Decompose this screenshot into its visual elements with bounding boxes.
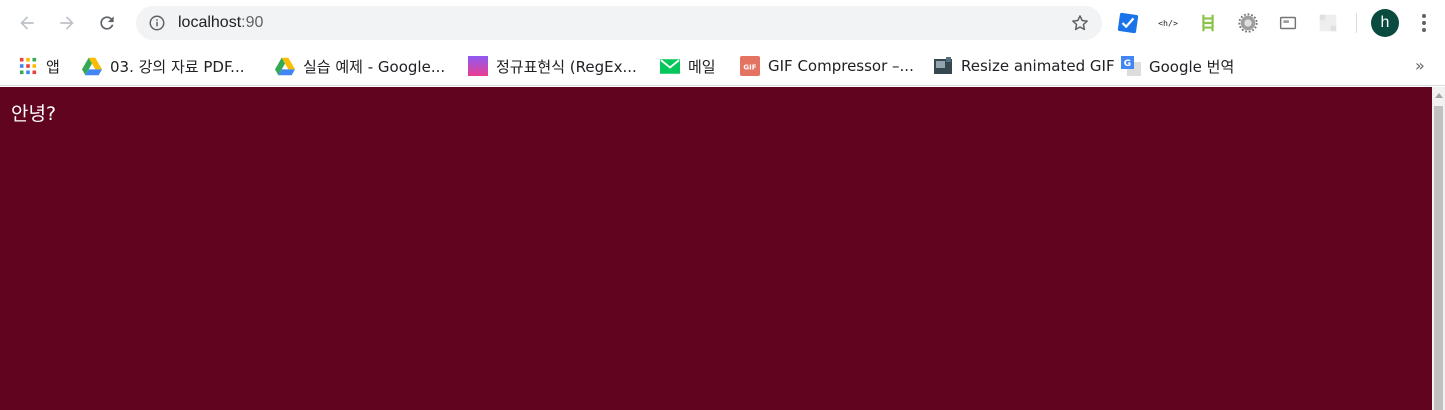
checklist-extension-icon[interactable]	[1116, 11, 1140, 35]
browser-toolbar: localhost:90 <h/> h	[0, 0, 1445, 46]
settings-extension-icon[interactable]	[1236, 11, 1260, 35]
google-drive-icon	[275, 56, 295, 76]
address-bar[interactable]: localhost:90	[136, 6, 1102, 40]
info-icon[interactable]	[148, 14, 166, 32]
code-tag-extension-icon[interactable]: <h/>	[1156, 11, 1180, 35]
bookmark-label: 앱	[46, 57, 60, 76]
bookmark-apps[interactable]: 앱	[18, 52, 60, 80]
menu-kebab-icon[interactable]	[1414, 11, 1434, 35]
arrow-left-icon	[20, 16, 34, 30]
bookmarks-overflow-chevron-icon[interactable]: »	[1415, 56, 1425, 75]
arrow-right-icon	[60, 16, 74, 30]
bookmark-gif-compressor[interactable]: GIF GIF Compressor –...	[740, 52, 914, 80]
resize-tool-icon	[933, 56, 953, 76]
bookmark-label: 정규표현식 (RegEx...	[496, 57, 637, 76]
svg-text:G: G	[1124, 59, 1131, 69]
gradient-square-icon	[468, 56, 488, 76]
bookmark-resize-gif[interactable]: Resize animated GIF	[933, 52, 1115, 80]
forward-button[interactable]	[51, 7, 83, 39]
reload-icon	[100, 16, 114, 30]
bookmark-label: Resize animated GIF	[961, 57, 1115, 75]
svg-text:<h/>: <h/>	[1158, 18, 1178, 28]
url-host: localhost	[178, 14, 242, 31]
bookmark-lecture-pdf[interactable]: 03. 강의 자료 PDF...	[82, 52, 244, 80]
url-port: :90	[241, 14, 264, 31]
bookmark-label: 실습 예제 - Google...	[303, 57, 446, 76]
gif-icon: GIF	[740, 56, 760, 76]
google-drive-icon	[82, 56, 102, 76]
scrollbar-thumb[interactable]	[1434, 106, 1443, 410]
scroll-up-arrow-icon[interactable]	[1435, 93, 1443, 98]
ladder-extension-icon[interactable]	[1196, 11, 1220, 35]
back-button[interactable]	[11, 7, 43, 39]
greeting-text: 안녕?	[11, 103, 57, 125]
bookmark-label: Google 번역	[1149, 57, 1235, 76]
bookmark-mail[interactable]: 메일	[660, 52, 716, 80]
vertical-scrollbar[interactable]	[1432, 87, 1445, 410]
page-viewport: 안녕?	[0, 87, 1432, 410]
window-extension-icon[interactable]	[1276, 11, 1300, 35]
svg-text:GIF: GIF	[743, 64, 756, 72]
bookmarks-bar: 앱 03. 강의 자료 PDF... 실습 예제 - Google... 정규표…	[0, 46, 1445, 86]
reload-button[interactable]	[91, 7, 123, 39]
bookmark-star-icon[interactable]	[1070, 13, 1090, 33]
bookmark-regex[interactable]: 정규표현식 (RegEx...	[468, 52, 637, 80]
profile-avatar[interactable]: h	[1371, 9, 1399, 37]
bookmark-label: 03. 강의 자료 PDF...	[110, 57, 245, 76]
bookmark-google-translate[interactable]: G Google 번역	[1121, 52, 1234, 80]
apps-grid-icon	[18, 56, 38, 76]
bookmark-practice-examples[interactable]: 실습 예제 - Google...	[275, 52, 445, 80]
mail-icon	[660, 56, 680, 76]
url-text[interactable]: localhost:90	[178, 13, 263, 33]
google-translate-icon: G	[1121, 56, 1141, 76]
bookmark-label: GIF Compressor –...	[768, 57, 914, 75]
toolbar-separator	[1356, 13, 1357, 33]
placeholder-extension-icon[interactable]	[1316, 11, 1340, 35]
bookmark-label: 메일	[688, 57, 716, 76]
